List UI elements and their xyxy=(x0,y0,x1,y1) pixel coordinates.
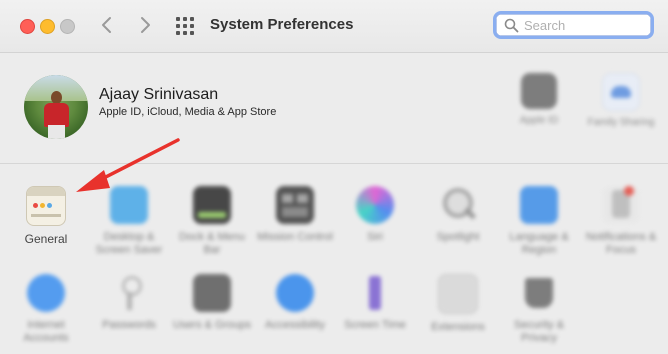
spotlight-icon xyxy=(439,186,477,224)
forward-button[interactable] xyxy=(134,13,156,37)
pane-security-privacy[interactable]: Security & Privacy xyxy=(498,274,580,345)
user-subtitle: Apple ID, iCloud, Media & App Store xyxy=(99,106,277,118)
screen-time-icon xyxy=(356,274,394,312)
chevron-right-icon xyxy=(141,17,150,33)
language-icon xyxy=(520,186,558,224)
pane-mission-control[interactable]: Mission Control xyxy=(254,186,336,244)
avatar[interactable] xyxy=(24,75,88,139)
family-sharing-pref[interactable]: Family Sharing xyxy=(586,73,656,129)
general-icon xyxy=(26,186,66,226)
zoom-window-button[interactable] xyxy=(60,19,75,34)
annotation-arrow-icon xyxy=(76,138,180,192)
pane-extensions[interactable]: Extensions xyxy=(417,274,499,334)
extensions-icon xyxy=(438,274,478,314)
pane-notifications-focus[interactable]: Notifications & Focus xyxy=(580,186,662,257)
close-window-button[interactable] xyxy=(20,19,35,34)
search-icon xyxy=(504,18,519,33)
minimize-window-button[interactable] xyxy=(40,19,55,34)
user-name: Ajaay Srinivasan xyxy=(99,86,219,103)
users-icon xyxy=(193,274,231,312)
pane-users-groups[interactable]: Users & Groups xyxy=(171,274,253,332)
title-bar: System Preferences xyxy=(0,0,668,53)
internet-accounts-icon xyxy=(27,274,65,312)
pane-language-region[interactable]: Language & Region xyxy=(498,186,580,257)
siri-icon xyxy=(356,186,394,224)
pane-siri[interactable]: Siri xyxy=(334,186,416,244)
pane-label: General xyxy=(24,232,68,246)
chevron-left-icon xyxy=(102,17,111,33)
pane-accessibility[interactable]: Accessibility xyxy=(254,274,336,332)
search-field[interactable] xyxy=(493,11,654,39)
dock-icon xyxy=(193,186,231,224)
mission-control-icon xyxy=(276,186,314,224)
pane-screen-time[interactable]: Screen Time xyxy=(334,274,416,332)
pane-passwords[interactable]: Passwords xyxy=(88,274,170,332)
system-preferences-window: System Preferences Ajaay Srinivasan Appl… xyxy=(0,0,668,354)
family-sharing-icon xyxy=(602,73,640,111)
show-all-grid-button[interactable] xyxy=(176,17,194,35)
apple-id-pref[interactable]: Apple ID xyxy=(504,73,574,127)
notifications-icon xyxy=(602,186,640,224)
window-title: System Preferences xyxy=(210,16,354,33)
family-sharing-label: Family Sharing xyxy=(587,117,655,128)
search-input[interactable] xyxy=(524,16,644,34)
passwords-icon xyxy=(110,274,148,312)
security-icon xyxy=(520,274,558,312)
back-button[interactable] xyxy=(96,13,118,37)
pane-internet-accounts[interactable]: Internet Accounts xyxy=(5,274,87,345)
accessibility-icon xyxy=(276,274,314,312)
apple-id-label: Apple ID xyxy=(519,115,559,126)
apple-id-icon xyxy=(521,73,557,109)
pane-spotlight[interactable]: Spotlight xyxy=(417,186,499,244)
